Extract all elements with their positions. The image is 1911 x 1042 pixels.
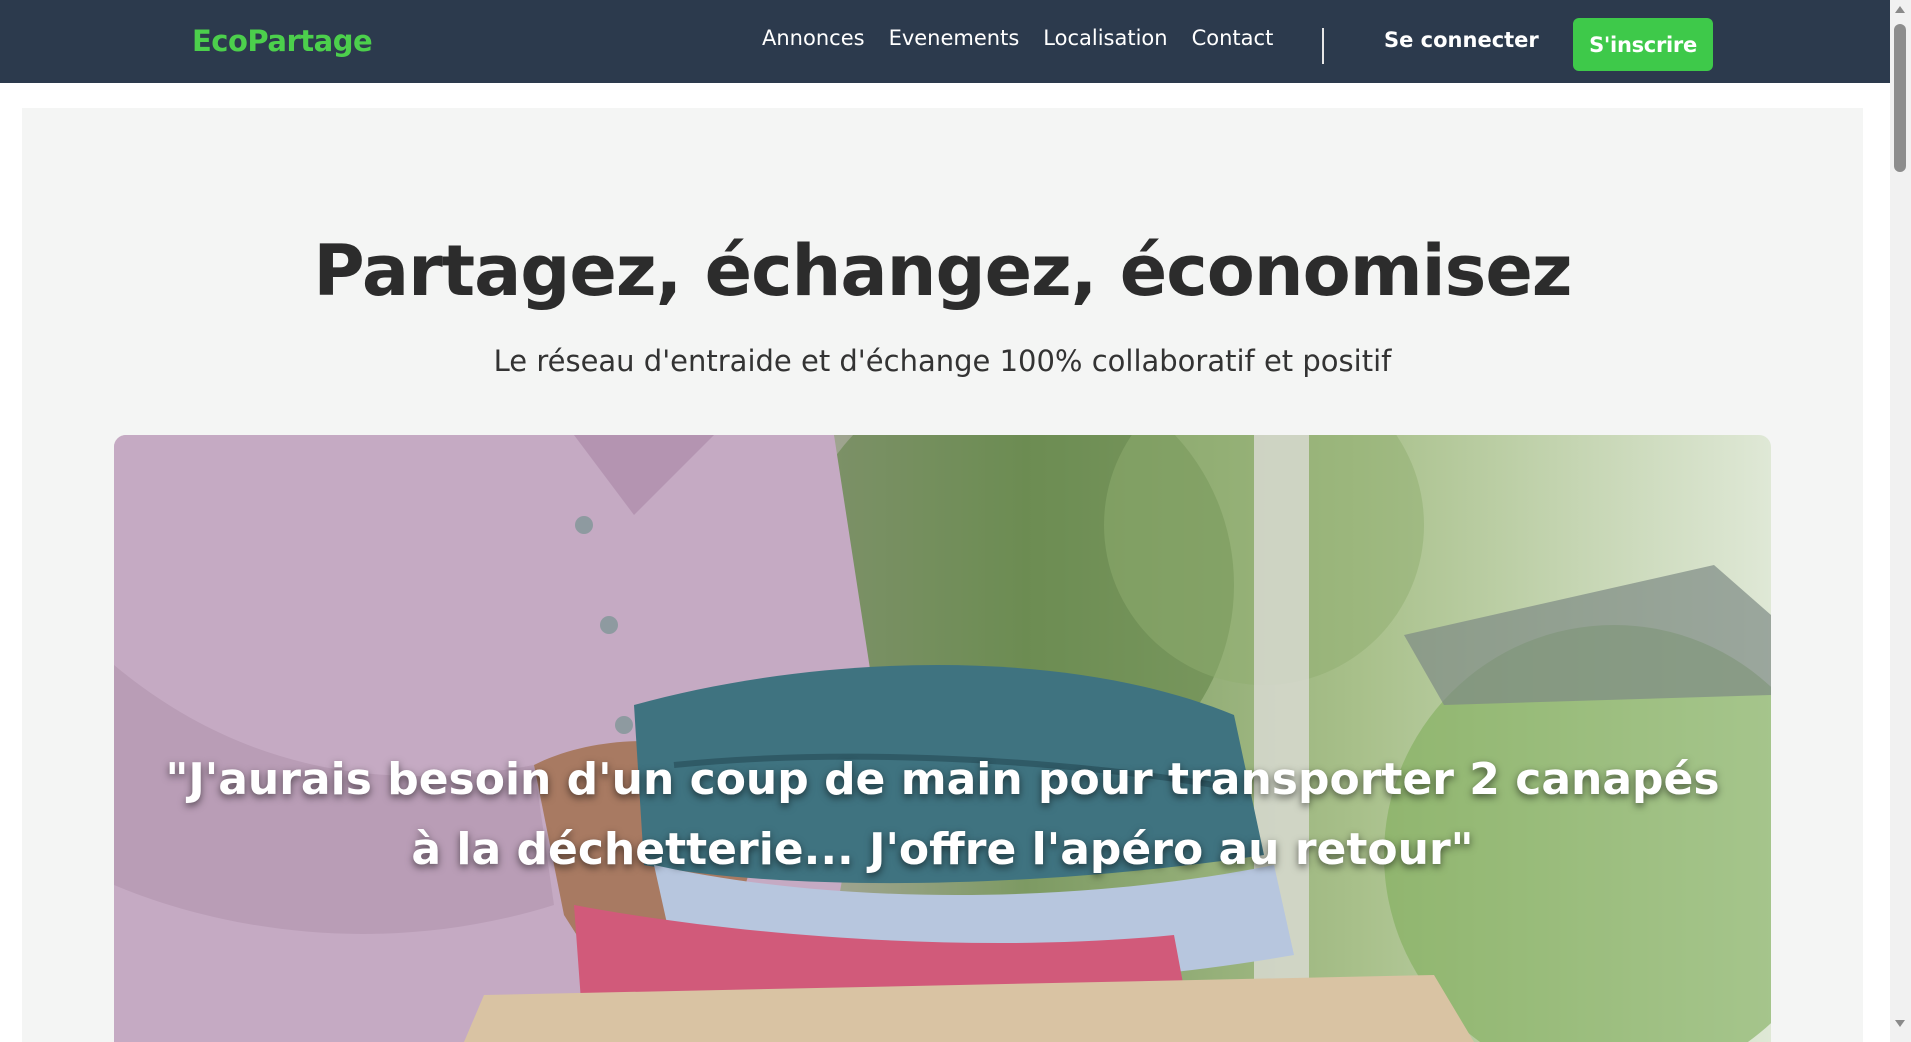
clothes-box-illustration [114, 435, 1771, 1042]
hero-subtitle: Le réseau d'entraide et d'échange 100% c… [493, 344, 1392, 378]
nav-links: Annonces Evenements Localisation Contact [762, 26, 1297, 50]
nav-divider [1322, 28, 1324, 64]
nav-link-localisation[interactable]: Localisation [1043, 26, 1167, 50]
nav-link-annonces[interactable]: Annonces [762, 26, 865, 50]
hero-image: "J'aurais besoin d'un coup de main pour … [114, 435, 1771, 1042]
hero-section: Partagez, échangez, économisez Le réseau… [22, 108, 1863, 1042]
scroll-up-arrow-icon[interactable] [1895, 6, 1905, 13]
scroll-down-arrow-icon[interactable] [1895, 1020, 1905, 1027]
nav-link-contact[interactable]: Contact [1192, 26, 1274, 50]
signup-button[interactable]: S'inscrire [1573, 18, 1713, 71]
top-navbar: EcoPartage Annonces Evenements Localisat… [0, 0, 1890, 83]
scroll-thumb[interactable] [1894, 24, 1906, 172]
brand-logo[interactable]: EcoPartage [192, 24, 373, 58]
hero-quote: "J'aurais besoin d'un coup de main pour … [165, 754, 1720, 875]
vertical-scrollbar[interactable] [1890, 0, 1911, 1042]
hero-title: Partagez, échangez, économisez [313, 230, 1572, 312]
nav-link-evenements[interactable]: Evenements [889, 26, 1020, 50]
login-link[interactable]: Se connecter [1384, 28, 1539, 52]
